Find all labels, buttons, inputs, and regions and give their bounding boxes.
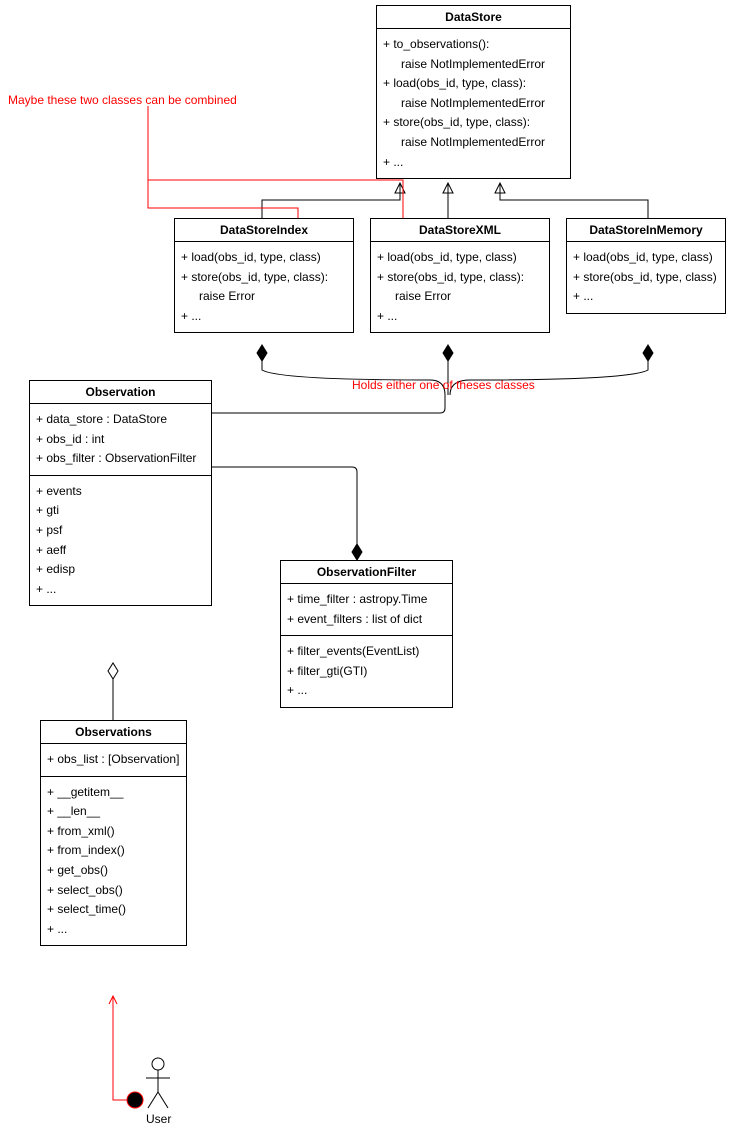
method: + ... [47,922,180,938]
method: + aeff [36,543,205,559]
method: + __getitem__ [47,785,180,801]
method-detail: raise Error [377,289,543,305]
class-title: DataStoreInMemory [567,219,725,242]
method: + get_obs() [47,863,180,879]
method: + load(obs_id, type, class) [181,250,347,266]
note-combine: Maybe these two classes can be combined [8,93,237,107]
method: + load(obs_id, type, class): [383,76,564,92]
method: + store(obs_id, type, class): [181,270,347,286]
method-detail: raise Error [181,289,347,305]
method-detail: raise NotImplementedError [383,96,564,112]
attribute: + obs_id : int [36,432,205,448]
method: + to_observations(): [383,37,564,53]
method: + filter_events(EventList) [287,644,446,660]
class-title: ObservationFilter [281,561,452,584]
attribute: + event_filters : list of dict [287,612,446,628]
method: + ... [377,309,543,325]
method: + load(obs_id, type, class) [573,250,719,266]
method: + store(obs_id, type, class): [377,270,543,286]
attribute: + obs_filter : ObservationFilter [36,451,205,467]
note-holds: Holds either one of theses classes [352,378,535,392]
class-title: DataStoreXML [371,219,549,242]
actor-label: User [146,1112,171,1126]
method: + store(obs_id, type, class): [383,115,564,131]
method: + gti [36,503,205,519]
method-detail: raise NotImplementedError [383,135,564,151]
method: + edisp [36,562,205,578]
class-datastore: DataStore + to_observations(): raise Not… [376,5,571,179]
attribute: + data_store : DataStore [36,412,205,428]
method: + ... [36,582,205,598]
method: + from_index() [47,843,180,859]
class-datastoreinmemory: DataStoreInMemory + load(obs_id, type, c… [566,218,726,314]
class-datastorexml: DataStoreXML + load(obs_id, type, class)… [370,218,550,333]
method: + __len__ [47,804,180,820]
class-title: Observations [41,721,186,744]
class-datastoreindex: DataStoreIndex + load(obs_id, type, clas… [174,218,354,333]
class-observationfilter: ObservationFilter + time_filter : astrop… [280,560,453,708]
method: + ... [573,289,719,305]
attribute: + time_filter : astropy.Time [287,592,446,608]
method: + ... [383,155,564,171]
method: + ... [181,309,347,325]
class-observation: Observation + data_store : DataStore + o… [29,380,212,606]
attribute: + obs_list : [Observation] [47,752,180,768]
method: + select_time() [47,902,180,918]
actor-icon [146,1058,170,1108]
class-title: DataStoreIndex [175,219,353,242]
method: + psf [36,523,205,539]
method: + events [36,484,205,500]
method: + from_xml() [47,824,180,840]
method: + select_obs() [47,883,180,899]
method: + store(obs_id, type, class) [573,270,719,286]
class-observations: Observations + obs_list : [Observation] … [40,720,187,946]
method: + ... [287,683,446,699]
class-title: Observation [30,381,211,404]
method: + filter_gti(GTI) [287,664,446,680]
method: + load(obs_id, type, class) [377,250,543,266]
method-detail: raise NotImplementedError [383,57,564,73]
class-title: DataStore [377,6,570,29]
